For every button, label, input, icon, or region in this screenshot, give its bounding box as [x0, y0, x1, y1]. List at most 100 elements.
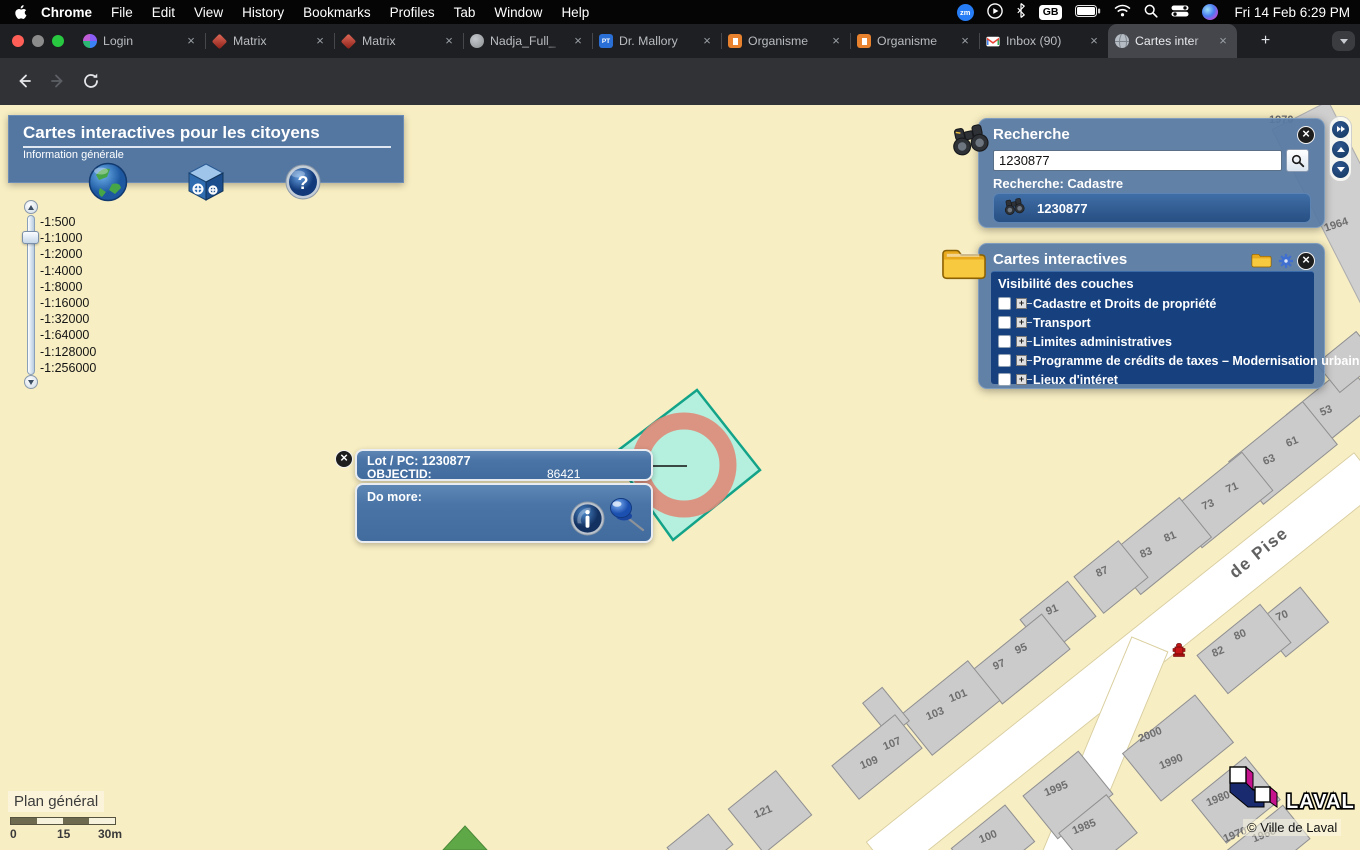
- tree-connector: [1027, 303, 1032, 304]
- menu-history[interactable]: History: [242, 5, 284, 20]
- menu-help[interactable]: Help: [561, 5, 589, 20]
- zoom-scale-1:64000[interactable]: -1:64000: [40, 328, 89, 342]
- expand-icon[interactable]: [1016, 317, 1027, 328]
- menu-bar-clock[interactable]: Fri 14 Feb 6:29 PM: [1234, 5, 1350, 20]
- expand-icon[interactable]: [1016, 355, 1027, 366]
- zoom-scale-1:16000[interactable]: -1:16000: [40, 296, 89, 310]
- layer-checkbox[interactable]: [998, 354, 1011, 367]
- info-icon[interactable]: [570, 501, 605, 541]
- zoom-in-button[interactable]: [24, 200, 38, 214]
- menu-chrome[interactable]: Chrome: [41, 5, 92, 20]
- control-center-icon[interactable]: [1171, 5, 1189, 20]
- tab-close-icon[interactable]: [1087, 34, 1101, 48]
- zoom-scale-1:32000[interactable]: -1:32000: [40, 312, 89, 326]
- bluetooth-icon[interactable]: [1016, 3, 1026, 21]
- zoom-scale-1:4000[interactable]: -1:4000: [40, 264, 82, 278]
- window-minimize-button[interactable]: [32, 35, 44, 47]
- help-icon[interactable]: ?: [285, 164, 321, 205]
- overview-globe-icon[interactable]: [88, 162, 128, 207]
- collapse-panels-button[interactable]: [1332, 121, 1349, 138]
- wifi-icon[interactable]: [1114, 4, 1131, 20]
- menu-edit[interactable]: Edit: [152, 5, 175, 20]
- zoom-app-icon[interactable]: zm: [957, 4, 974, 21]
- pan-up-button[interactable]: [1332, 141, 1349, 158]
- search-close-button[interactable]: [1297, 126, 1315, 144]
- spotlight-icon[interactable]: [1144, 4, 1158, 21]
- tools-cube-icon[interactable]: [186, 162, 226, 207]
- tab-close-icon[interactable]: [571, 34, 585, 48]
- new-tab-button[interactable]: [1255, 31, 1276, 52]
- zoom-scale-1:1000[interactable]: -1:1000: [40, 231, 82, 245]
- siri-icon[interactable]: [1202, 4, 1218, 20]
- layer-checkbox[interactable]: [998, 316, 1011, 329]
- forward-button[interactable]: [48, 71, 68, 96]
- window-close-button[interactable]: [12, 35, 24, 47]
- tab-matrix[interactable]: Matrix: [205, 24, 334, 58]
- menu-window[interactable]: Window: [494, 5, 542, 20]
- tab-organisme[interactable]: Organisme: [850, 24, 979, 58]
- open-folder-icon[interactable]: [1251, 252, 1272, 273]
- tab-matrix[interactable]: Matrix: [334, 24, 463, 58]
- layer-checkbox[interactable]: [998, 297, 1011, 310]
- zoom-slider-handle[interactable]: [22, 231, 39, 244]
- tab-close-icon[interactable]: [1216, 34, 1230, 48]
- tab-close-icon[interactable]: [313, 34, 327, 48]
- search-panel-title: Recherche: [993, 126, 1070, 143]
- reload-button[interactable]: [81, 71, 101, 96]
- tab-close-icon[interactable]: [958, 34, 972, 48]
- layer-label: Cadastre et Droits de propriété: [1033, 297, 1216, 311]
- zoom-scale-1:500[interactable]: -1:500: [40, 215, 75, 229]
- battery-icon[interactable]: [1075, 5, 1101, 20]
- layer-checkbox[interactable]: [998, 373, 1011, 386]
- expand-icon[interactable]: [1016, 298, 1027, 309]
- play-icon[interactable]: [987, 3, 1003, 22]
- browser-toolbar: ville.laval.qc.ca/geo/geoweb/?config=cit…: [0, 58, 1360, 105]
- popup-close-button[interactable]: [335, 450, 353, 468]
- menu-bookmarks[interactable]: Bookmarks: [303, 5, 371, 20]
- tab-title: Inbox (90): [1006, 34, 1081, 48]
- tab-login[interactable]: Login: [76, 24, 205, 58]
- menu-profiles[interactable]: Profiles: [390, 5, 435, 20]
- tab-search-button[interactable]: [1332, 31, 1355, 51]
- apple-menu-icon[interactable]: [15, 5, 27, 20]
- menu-file[interactable]: File: [111, 5, 133, 20]
- svg-text:?: ?: [298, 173, 309, 193]
- binoculars-icon: [947, 117, 992, 163]
- zoom-scale-1:2000[interactable]: -1:2000: [40, 247, 82, 261]
- building-footprint: [666, 813, 733, 850]
- tab-close-icon[interactable]: [184, 34, 198, 48]
- window-maximize-button[interactable]: [52, 35, 64, 47]
- tabs: LoginMatrixMatrixNadja_Full_PTDr. Mallor…: [76, 24, 1237, 58]
- tab-close-icon[interactable]: [829, 34, 843, 48]
- tab-organisme[interactable]: Organisme: [721, 24, 850, 58]
- binoculars-icon: [1002, 194, 1027, 221]
- keyboard-layout-icon[interactable]: GB: [1039, 5, 1063, 20]
- layer-label: Programme de crédits de taxes – Modernis…: [1033, 354, 1360, 368]
- menu-view[interactable]: View: [194, 5, 223, 20]
- tab-inbox-90-[interactable]: Inbox (90): [979, 24, 1108, 58]
- layer-checkbox[interactable]: [998, 335, 1011, 348]
- map-canvas[interactable]: 5361637173818387919597101103107109121708…: [0, 105, 1360, 850]
- scale-tick: 30m: [98, 827, 122, 841]
- search-result-item[interactable]: 1230877: [993, 193, 1311, 223]
- tab-nadja-full-[interactable]: Nadja_Full_: [463, 24, 592, 58]
- search-button[interactable]: [1286, 149, 1309, 172]
- layers-close-button[interactable]: [1297, 252, 1315, 270]
- search-input[interactable]: [993, 150, 1282, 171]
- zoom-scale-1:8000[interactable]: -1:8000: [40, 280, 82, 294]
- pan-down-button[interactable]: [1332, 161, 1349, 178]
- tab-close-icon[interactable]: [442, 34, 456, 48]
- pushpin-icon[interactable]: [605, 495, 647, 538]
- back-button[interactable]: [14, 71, 34, 96]
- menu-bar-status-icons: zm GB Fri 14 Feb 6:29 PM: [957, 0, 1350, 24]
- zoom-out-button[interactable]: [24, 375, 38, 389]
- app-subtitle: Information générale: [23, 149, 124, 161]
- expand-icon[interactable]: [1016, 374, 1027, 385]
- tab-dr-mallory[interactable]: PTDr. Mallory: [592, 24, 721, 58]
- tab-close-icon[interactable]: [700, 34, 714, 48]
- menu-tab[interactable]: Tab: [454, 5, 476, 20]
- expand-icon[interactable]: [1016, 336, 1027, 347]
- zoom-scale-1:256000[interactable]: -1:256000: [40, 361, 96, 375]
- tab-cartes-inter[interactable]: Cartes inter: [1108, 24, 1237, 58]
- zoom-scale-1:128000[interactable]: -1:128000: [40, 345, 96, 359]
